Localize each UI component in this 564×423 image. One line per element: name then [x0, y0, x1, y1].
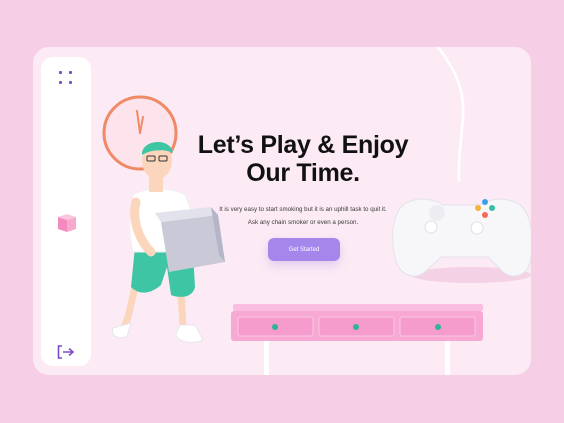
cube-icon[interactable]: [55, 211, 79, 235]
hero-title-line2: Our Time.: [246, 159, 360, 187]
sidebar: [41, 57, 91, 366]
hero-description-line2: Ask any chain smoker or even a person.: [247, 219, 359, 226]
controller-cable: [436, 47, 465, 183]
main-card: Let’s Play & Enjoy Our Time. It is very …: [33, 47, 531, 375]
hero-description: It is very easy to start smoking but it …: [193, 203, 413, 229]
menu-dots-icon[interactable]: [59, 71, 73, 85]
hero-title: Let’s Play & Enjoy Our Time.: [183, 131, 423, 187]
game-controller: [392, 198, 531, 283]
pink-table: [231, 304, 483, 375]
logout-icon[interactable]: [57, 345, 75, 359]
get-started-button[interactable]: Get Started: [268, 238, 340, 261]
hero-description-line1: It is very easy to start smoking but it …: [219, 206, 387, 213]
hero-title-line1: Let’s Play & Enjoy: [197, 131, 409, 159]
